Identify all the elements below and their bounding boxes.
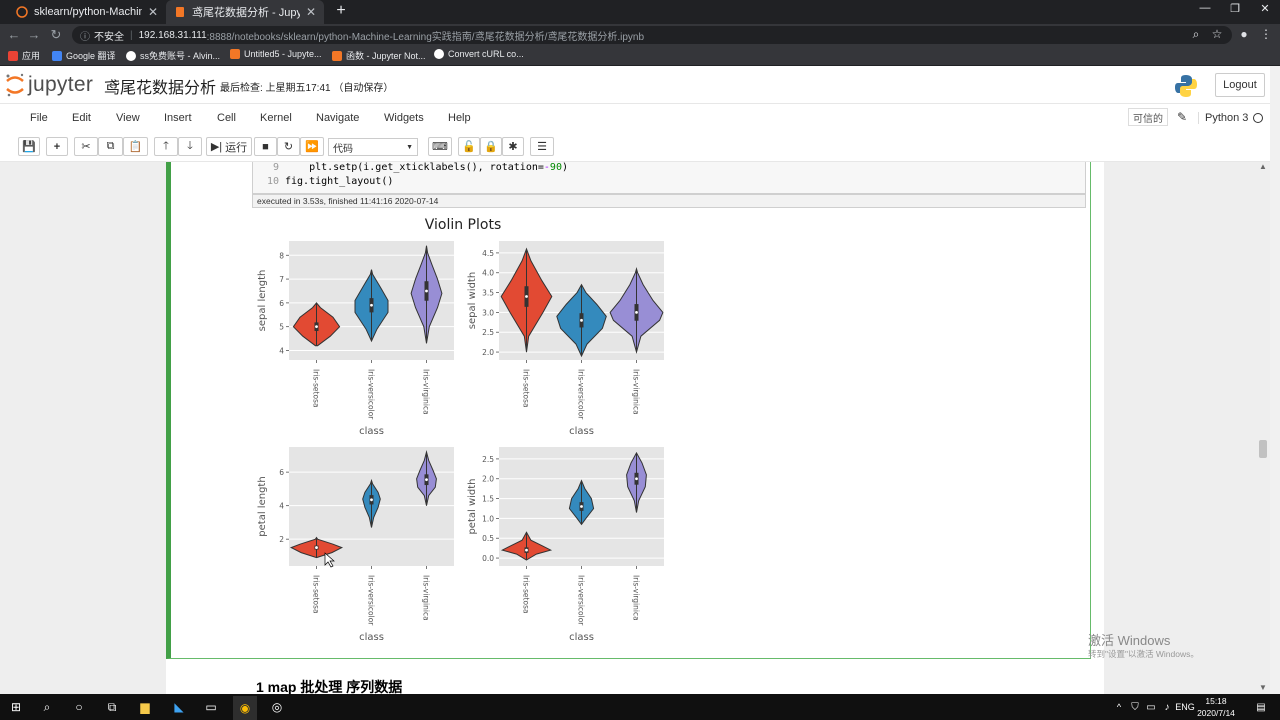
windows-start-icon[interactable]: ⊞ bbox=[7, 698, 25, 716]
y-tick-label: 8 bbox=[279, 251, 284, 260]
violin-plots-figure: Violin Plots 4 5 6 7 8 Iris-setosa Iris-versico… bbox=[257, 217, 664, 643]
violin-median bbox=[635, 477, 638, 481]
y-tick-label: 2 bbox=[279, 535, 284, 544]
y-tick-label: 4 bbox=[279, 502, 284, 511]
notifications-icon[interactable]: ▤ bbox=[1252, 698, 1270, 716]
y-tick-label: 4 bbox=[279, 346, 284, 355]
file-explorer-icon[interactable]: ▆ bbox=[136, 698, 154, 716]
volume-icon[interactable]: ♪ bbox=[1158, 698, 1176, 716]
x-tick-label: Iris-setosa bbox=[522, 369, 531, 408]
y-tick-label: 1.5 bbox=[482, 495, 494, 504]
y-tick-label: 2.0 bbox=[482, 348, 494, 357]
chrome-icon[interactable]: ◉ bbox=[233, 696, 257, 720]
x-tick-label: Iris-versicolor bbox=[367, 369, 376, 420]
x-tick-label: Iris-virginica bbox=[422, 369, 431, 415]
y-tick-label: 6 bbox=[279, 468, 284, 477]
app-circle-icon[interactable]: ◎ bbox=[268, 698, 286, 716]
clock-time: 15:18 bbox=[1205, 696, 1227, 706]
y-tick-label: 2.5 bbox=[482, 455, 494, 464]
x-axis-label: class bbox=[359, 426, 384, 437]
clock[interactable]: 15:18 2020/7/14 bbox=[1196, 695, 1236, 719]
y-tick-label: 2.5 bbox=[482, 328, 494, 337]
activate-windows-hint: 转到"设置"以激活 Windows。 bbox=[1088, 649, 1199, 659]
search-icon[interactable]: ⌕ bbox=[38, 698, 56, 716]
x-axis-label: class bbox=[359, 632, 384, 643]
x-tick-label: Iris-virginica bbox=[632, 369, 641, 415]
y-tick-label: 2.0 bbox=[482, 475, 494, 484]
y-axis-label: sepal length bbox=[257, 270, 268, 332]
scroll-down-icon[interactable]: ▼ bbox=[1259, 683, 1267, 692]
violin-median bbox=[370, 498, 373, 502]
violin-median bbox=[525, 548, 528, 552]
y-tick-label: 3.5 bbox=[482, 289, 494, 298]
x-axis-label: class bbox=[569, 632, 594, 643]
cortana-icon[interactable]: ○ bbox=[70, 698, 88, 716]
vscode-icon[interactable]: ◣ bbox=[170, 698, 188, 716]
x-tick-label: Iris-setosa bbox=[312, 575, 321, 614]
violin-median bbox=[525, 295, 528, 298]
task-view-icon[interactable]: ⧉ bbox=[103, 698, 121, 716]
y-tick-label: 4.5 bbox=[482, 249, 494, 258]
y-tick-label: 1.0 bbox=[482, 514, 494, 523]
activate-windows-watermark: 激活 Windows bbox=[1088, 633, 1171, 648]
language-indicator[interactable]: ENG bbox=[1175, 698, 1195, 716]
clock-date: 2020/7/14 bbox=[1197, 708, 1235, 718]
y-tick-label: 3.0 bbox=[482, 308, 494, 317]
x-tick-label: Iris-virginica bbox=[632, 575, 641, 621]
x-tick-label: Iris-versicolor bbox=[577, 369, 586, 420]
y-tick-label: 0.5 bbox=[482, 534, 494, 543]
y-tick-label: 6 bbox=[279, 299, 284, 308]
y-tick-label: 0.0 bbox=[482, 554, 494, 563]
x-tick-label: Iris-versicolor bbox=[577, 575, 586, 626]
y-axis-label: petal width bbox=[467, 478, 478, 534]
chart-title: Violin Plots bbox=[425, 217, 502, 233]
violin-median bbox=[370, 303, 373, 307]
violin-median bbox=[315, 325, 318, 329]
violin-median bbox=[425, 478, 428, 482]
x-tick-label: Iris-setosa bbox=[312, 369, 321, 408]
scroll-up-icon[interactable]: ▲ bbox=[1259, 162, 1267, 171]
y-axis-label: sepal width bbox=[467, 272, 478, 329]
y-tick-label: 4.0 bbox=[482, 269, 494, 278]
terminal-icon[interactable]: ▭ bbox=[202, 698, 220, 716]
x-tick-label: Iris-virginica bbox=[422, 575, 431, 621]
x-tick-label: Iris-setosa bbox=[522, 575, 531, 614]
violin-median bbox=[580, 318, 583, 322]
y-axis-label: petal length bbox=[257, 476, 268, 536]
violin-median bbox=[315, 546, 318, 549]
y-tick-label: 5 bbox=[279, 323, 284, 332]
windows-taskbar bbox=[0, 694, 1280, 720]
y-tick-label: 7 bbox=[279, 275, 284, 284]
page-scrollbar[interactable] bbox=[1270, 66, 1280, 694]
x-axis-label: class bbox=[569, 426, 594, 437]
violin-median bbox=[580, 505, 583, 508]
scrollbar-thumb[interactable] bbox=[1259, 440, 1267, 458]
violin-median bbox=[425, 289, 428, 293]
x-tick-label: Iris-versicolor bbox=[367, 575, 376, 626]
violin-median bbox=[635, 311, 638, 314]
